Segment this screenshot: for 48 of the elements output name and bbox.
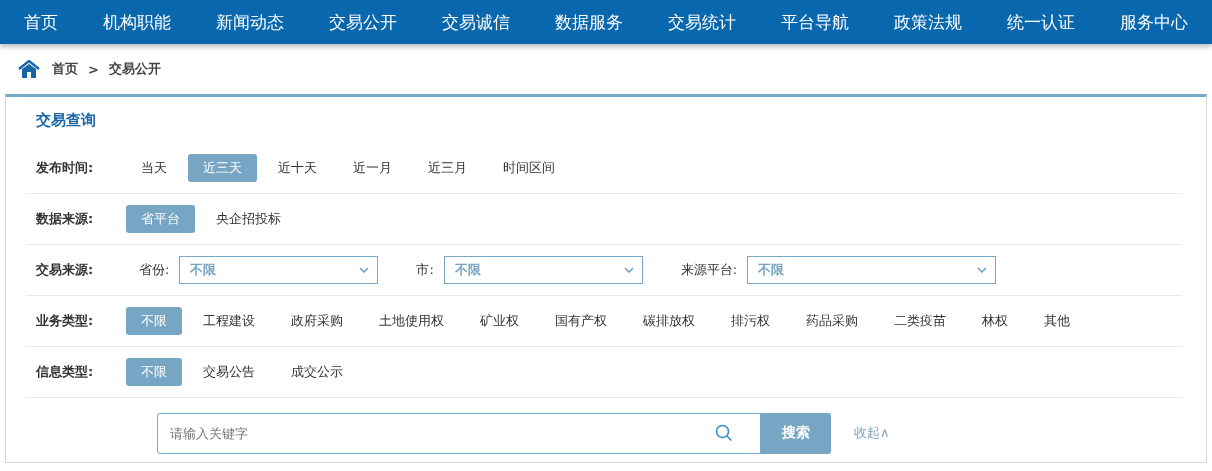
filter-label: 信息类型:: [36, 363, 95, 381]
filter-option[interactable]: 央企招投标: [201, 205, 296, 233]
nav-item[interactable]: 统一认证: [1006, 10, 1075, 34]
chevron-down-icon: [977, 267, 988, 273]
filter-label: 交易来源:: [36, 261, 95, 279]
chevron-down-icon: [359, 267, 370, 273]
filter-label: 业务类型:: [36, 312, 95, 330]
filter-option[interactable]: 时间区间: [488, 154, 570, 182]
select-label: 省份:: [139, 261, 170, 279]
nav-item[interactable]: 交易公开: [329, 10, 398, 34]
select-label: 来源平台:: [680, 261, 738, 279]
chevron-down-icon: [623, 267, 634, 273]
filter-option[interactable]: 碳排放权: [628, 307, 710, 335]
nav-item[interactable]: 首页: [24, 10, 59, 34]
filter-option[interactable]: 交易公告: [188, 358, 270, 386]
nav-item[interactable]: 数据服务: [555, 10, 623, 34]
search-icon[interactable]: [715, 423, 733, 442]
filter-option[interactable]: 近三月: [413, 154, 482, 182]
nav-item[interactable]: 交易统计: [667, 10, 736, 34]
nav-item[interactable]: 服务中心: [1119, 10, 1188, 34]
nav-item[interactable]: 平台导航: [780, 10, 849, 34]
home-icon[interactable]: [18, 60, 40, 78]
filter-option[interactable]: 工程建设: [188, 307, 270, 335]
nav-item[interactable]: 政策法规: [893, 10, 962, 34]
filter-label: 发布时间:: [36, 159, 95, 177]
filter-option[interactable]: 国有产权: [540, 307, 622, 335]
filter-option[interactable]: 当天: [126, 154, 182, 182]
filter-option[interactable]: 排污权: [716, 307, 785, 335]
filter-option[interactable]: 林权: [967, 307, 1023, 335]
filter-option[interactable]: 药品采购: [791, 307, 873, 335]
search-field[interactable]: 请输入关键字: [157, 412, 761, 454]
filter-option[interactable]: 成交公示: [276, 358, 358, 386]
filter-label: 数据来源:: [36, 210, 95, 228]
nav-item[interactable]: 新闻动态: [216, 10, 285, 34]
filter-option[interactable]: 其他: [1029, 307, 1085, 335]
filter-option[interactable]: 近十天: [263, 154, 332, 182]
breadcrumb-separator: >: [88, 61, 99, 77]
filter-option[interactable]: 政府采购: [276, 307, 358, 335]
nav-item[interactable]: 机构职能: [103, 10, 172, 34]
filter-option[interactable]: 近一月: [338, 154, 407, 182]
filter-option[interactable]: 矿业权: [465, 307, 534, 335]
panel-title: 交易查询: [35, 110, 97, 131]
breadcrumb-current: 交易公开: [108, 60, 161, 78]
nav-item[interactable]: 交易诚信: [442, 10, 511, 34]
filter-option[interactable]: 二类疫苗: [879, 307, 961, 335]
select-label: 市:: [416, 261, 434, 279]
filter-option[interactable]: 土地使用权: [364, 307, 459, 335]
breadcrumb-link[interactable]: 首页: [52, 60, 78, 78]
